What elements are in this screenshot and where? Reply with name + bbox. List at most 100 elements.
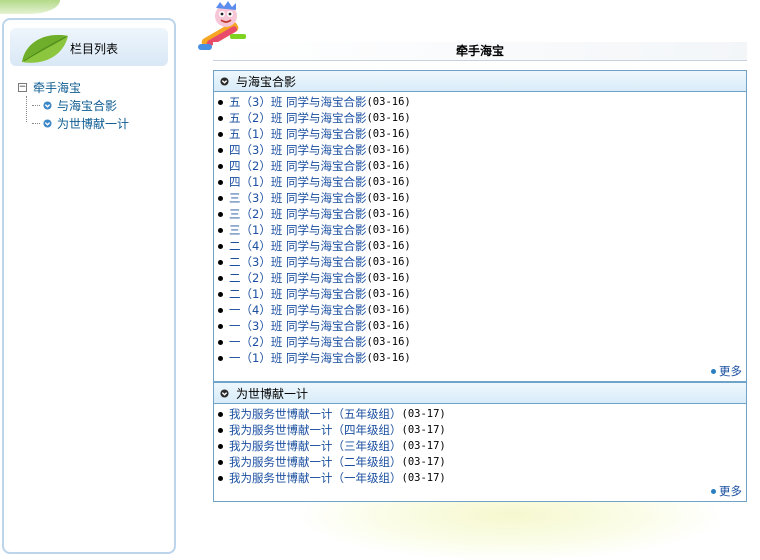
more-label[interactable]: 更多 <box>719 483 742 499</box>
list-item: 二（4）班 同学与海宝合影 (03-16) <box>214 238 746 254</box>
tree-root-label[interactable]: 牵手海宝 <box>33 79 81 96</box>
bullet-dot <box>218 163 223 169</box>
list-item: 三（1）班 同学与海宝合影 (03-16) <box>214 222 746 238</box>
tree-item-label[interactable]: 与海宝合影 <box>57 97 117 114</box>
leaf-icon <box>22 35 68 63</box>
bullet-dot <box>218 259 223 265</box>
tree-connector <box>32 104 40 106</box>
bullet-dot <box>218 195 223 201</box>
list-item: 我为服务世博献一计（四年级组） (03-17) <box>214 422 746 438</box>
list-item: 四（3）班 同学与海宝合影 (03-16) <box>214 142 746 158</box>
bullet-dot <box>218 427 223 433</box>
panel-photo: 与海宝合影 五（3）班 同学与海宝合影 (03-16) 五（2）班 同学与海宝合影… <box>213 70 747 382</box>
article-date: (03-17) <box>401 424 446 436</box>
list-item: 二（3）班 同学与海宝合影 (03-16) <box>214 254 746 270</box>
article-link[interactable]: 二（2）班 同学与海宝合影 <box>229 270 366 286</box>
list-item: 三（2）班 同学与海宝合影 (03-16) <box>214 206 746 222</box>
article-date: (03-16) <box>366 240 411 252</box>
article-date: (03-16) <box>366 176 411 188</box>
article-link[interactable]: 我为服务世博献一计（一年级组） <box>229 470 402 486</box>
main-title-bar: 牵手海宝 <box>213 42 747 61</box>
more-label[interactable]: 更多 <box>719 363 742 379</box>
article-link[interactable]: 我为服务世博献一计（五年级组） <box>229 406 402 422</box>
bullet-dot <box>218 99 223 105</box>
article-date: (03-16) <box>366 112 411 124</box>
bullet-dot <box>218 227 223 233</box>
bullet-dot <box>218 243 223 249</box>
article-date: (03-16) <box>366 320 411 332</box>
circle-chevron-icon <box>43 100 52 110</box>
sidebar: 栏目列表 − 牵手海宝 与海宝合影 为世博献一计 <box>2 18 176 554</box>
bullet-dot <box>218 475 223 481</box>
article-date: (03-16) <box>366 352 411 364</box>
panel-header: 为世博献一计 <box>214 383 746 404</box>
article-link[interactable]: 四（3）班 同学与海宝合影 <box>229 142 366 158</box>
page-title: 牵手海宝 <box>455 44 504 58</box>
tree-item-photo[interactable]: 与海宝合影 <box>26 96 129 114</box>
article-link[interactable]: 一（2）班 同学与海宝合影 <box>229 334 366 350</box>
more-dot-icon <box>711 368 716 374</box>
article-link[interactable]: 五（3）班 同学与海宝合影 <box>229 94 366 110</box>
article-link[interactable]: 四（1）班 同学与海宝合影 <box>229 174 366 190</box>
bullet-dot <box>218 131 223 137</box>
tree-item-expo-idea[interactable]: 为世博献一计 <box>26 114 129 132</box>
article-date: (03-16) <box>366 256 411 268</box>
circle-chevron-icon <box>220 388 229 398</box>
circle-chevron-icon <box>220 76 229 86</box>
bullet-dot <box>218 147 223 153</box>
article-link[interactable]: 一（4）班 同学与海宝合影 <box>229 302 366 318</box>
article-date: (03-16) <box>366 272 411 284</box>
article-link[interactable]: 一（3）班 同学与海宝合影 <box>229 318 366 334</box>
list-item: 一（1）班 同学与海宝合影 (03-16) <box>214 350 746 366</box>
article-link[interactable]: 三（3）班 同学与海宝合影 <box>229 190 366 206</box>
list-item: 我为服务世博献一计（二年级组） (03-17) <box>214 454 746 470</box>
tree-connector <box>32 122 40 124</box>
more-link[interactable]: 更多 <box>711 483 742 499</box>
bullet-dot <box>218 115 223 121</box>
article-date: (03-16) <box>366 192 411 204</box>
panel-header: 与海宝合影 <box>214 71 746 92</box>
list-item: 我为服务世博献一计（三年级组） (03-17) <box>214 438 746 454</box>
tree-toggle-icon[interactable]: − <box>18 82 27 92</box>
article-date: (03-16) <box>366 208 411 220</box>
article-link[interactable]: 二（4）班 同学与海宝合影 <box>229 238 366 254</box>
bullet-dot <box>218 307 223 313</box>
tree-children: 与海宝合影 为世博献一计 <box>26 96 129 132</box>
article-link[interactable]: 三（1）班 同学与海宝合影 <box>229 222 366 238</box>
list-item: 一（2）班 同学与海宝合影 (03-16) <box>214 334 746 350</box>
list-item: 四（1）班 同学与海宝合影 (03-16) <box>214 174 746 190</box>
panel-title: 与海宝合影 <box>236 74 297 89</box>
article-link[interactable]: 二（1）班 同学与海宝合影 <box>229 286 366 302</box>
list-item: 我为服务世博献一计（一年级组） (03-17) <box>214 470 746 486</box>
list-item: 五（2）班 同学与海宝合影 (03-16) <box>214 110 746 126</box>
article-date: (03-17) <box>401 440 446 452</box>
list-item: 一（4）班 同学与海宝合影 (03-16) <box>214 302 746 318</box>
article-link[interactable]: 一（1）班 同学与海宝合影 <box>229 350 366 366</box>
article-link[interactable]: 二（3）班 同学与海宝合影 <box>229 254 366 270</box>
tree-root[interactable]: − 牵手海宝 <box>18 78 129 96</box>
list-item: 四（2）班 同学与海宝合影 (03-16) <box>214 158 746 174</box>
tree-item-label[interactable]: 为世博献一计 <box>57 115 129 132</box>
article-date: (03-16) <box>366 224 411 236</box>
list-item: 二（2）班 同学与海宝合影 (03-16) <box>214 270 746 286</box>
article-date: (03-17) <box>401 472 446 484</box>
article-date: (03-16) <box>366 144 411 156</box>
article-date: (03-16) <box>366 160 411 172</box>
list-item: 五（1）班 同学与海宝合影 (03-16) <box>214 126 746 142</box>
article-link[interactable]: 五（2）班 同学与海宝合影 <box>229 110 366 126</box>
list-item: 二（1）班 同学与海宝合影 (03-16) <box>214 286 746 302</box>
more-link[interactable]: 更多 <box>711 363 742 379</box>
article-link[interactable]: 三（2）班 同学与海宝合影 <box>229 206 366 222</box>
article-date: (03-16) <box>366 336 411 348</box>
article-link[interactable]: 我为服务世博献一计（二年级组） <box>229 454 402 470</box>
article-date: (03-16) <box>366 96 411 108</box>
article-link[interactable]: 我为服务世博献一计（三年级组） <box>229 438 402 454</box>
bullet-dot <box>218 411 223 417</box>
article-date: (03-16) <box>366 128 411 140</box>
article-link[interactable]: 五（1）班 同学与海宝合影 <box>229 126 366 142</box>
article-link[interactable]: 我为服务世博献一计（四年级组） <box>229 422 402 438</box>
circle-chevron-icon <box>43 118 52 128</box>
article-date: (03-16) <box>366 304 411 316</box>
sidebar-title: 栏目列表 <box>70 42 119 56</box>
article-link[interactable]: 四（2）班 同学与海宝合影 <box>229 158 366 174</box>
